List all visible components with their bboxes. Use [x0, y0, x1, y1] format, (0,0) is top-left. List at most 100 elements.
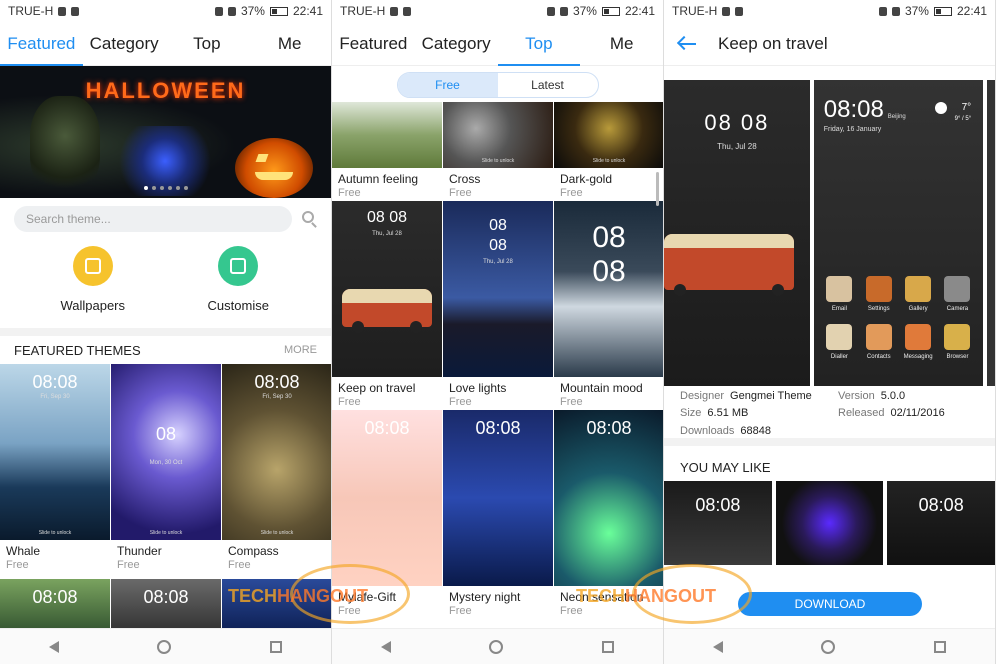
theme-previews[interactable]: 08 08 Thu, Jul 28 08:08 Beijing Friday, …: [664, 66, 995, 386]
youtube-icon: [71, 6, 80, 16]
carousel-dot[interactable]: [183, 186, 188, 190]
theme-card[interactable]: Autumn feeling Free: [332, 102, 442, 200]
preview-city: Beijing: [887, 114, 906, 120]
panel-top: TRUE-H 37% 22:41 Featured Category Top M…: [332, 0, 664, 664]
home-icon[interactable]: [821, 639, 836, 654]
tab-category[interactable]: Category: [83, 22, 166, 66]
theme-name: Compass: [228, 544, 279, 558]
thumb-unlock: Slide to unlock: [149, 530, 183, 536]
theme-card[interactable]: Slide to unlock Dark-gold Free: [554, 102, 663, 200]
suggested-theme[interactable]: 08:08: [887, 481, 995, 565]
thumb-clock: 08:08: [143, 587, 189, 607]
home-icon[interactable]: [157, 639, 172, 654]
theme-thumbnail: 08 08 Thu, Jul 28: [443, 201, 553, 377]
theme-card[interactable]: 08 08 Thu, Jul 28 Love lights Free: [443, 201, 553, 409]
preview-app-grid: Email Settings Gallery Camera Dialler Co…: [820, 276, 977, 360]
thumb-date: Fri, Sep 30: [262, 394, 292, 400]
tab-me[interactable]: Me: [248, 22, 331, 66]
download-button[interactable]: DOWNLOAD: [738, 592, 922, 616]
free-latest-toggle: Free Latest: [396, 72, 599, 98]
recent-apps-icon[interactable]: [269, 640, 282, 653]
panel-theme-detail: TRUE-H 37% 22:41 Keep on travel 08 08 Th…: [664, 0, 996, 664]
recent-apps-icon[interactable]: [601, 640, 614, 653]
app-dialler: Dialler: [820, 324, 859, 360]
back-icon[interactable]: [49, 640, 60, 653]
app-label: Browser: [946, 354, 969, 360]
app-contacts: Contacts: [859, 324, 898, 360]
preview-clock: 08:08: [823, 96, 884, 123]
thumb-clock: 08:08: [364, 418, 410, 438]
theme-card-thunder[interactable]: 08 Mon, 30 Oct Slide to unlock Thunder F…: [111, 364, 221, 578]
theme-name: Mountain mood: [560, 381, 643, 395]
tab-featured[interactable]: Featured: [0, 22, 83, 66]
theme-card[interactable]: 08:08 Mystery night Free: [443, 410, 553, 618]
thumb-clock: 08: [592, 221, 626, 254]
search-input[interactable]: Search theme...: [14, 206, 292, 232]
preview-temp-range: 9° / 5°: [954, 116, 972, 122]
youtube-icon: [403, 6, 412, 16]
back-icon[interactable]: [381, 640, 392, 653]
detail-header: Keep on travel: [664, 22, 995, 66]
back-icon[interactable]: [713, 640, 724, 653]
theme-name: Thunder: [117, 544, 162, 558]
thumb-clock: 08:08: [918, 495, 964, 515]
home-icon[interactable]: [489, 639, 504, 654]
suggested-theme[interactable]: [775, 481, 884, 565]
theme-thumbnail: 08:08 Fri, Sep 30 Slide to unlock: [0, 364, 110, 540]
thumb-date: Mon, 30 Oct: [149, 460, 183, 466]
theme-name: Autumn feeling: [338, 172, 419, 186]
theme-card[interactable]: 08 08 Thu, Jul 28 Keep on travel Free: [332, 201, 442, 409]
theme-card-whale[interactable]: 08:08 Fri, Sep 30 Slide to unlock Whale …: [0, 364, 110, 578]
back-arrow-icon[interactable]: [680, 42, 696, 45]
app-messaging: Messaging: [898, 324, 937, 360]
top-tabs: Featured Category Top Me: [0, 22, 331, 66]
tab-top[interactable]: Top: [166, 22, 249, 66]
more-link[interactable]: MORE: [284, 344, 317, 356]
homescreen-preview: 08:08 Beijing Friday, 16 January 7° 9° /…: [813, 80, 984, 386]
carrier-label: TRUE-H: [340, 4, 386, 18]
wallpapers-label: Wallpapers: [60, 298, 126, 313]
status-bar: TRUE-H 37% 22:41: [0, 0, 331, 22]
theme-card-compass[interactable]: 08:08 Fri, Sep 30 Slide to unlock Compas…: [222, 364, 331, 578]
thumb-date: Thu, Jul 28: [372, 231, 402, 237]
theme-card[interactable]: 08 08 Mountain mood Free: [554, 201, 663, 409]
preview-clock: 08 08: [704, 110, 770, 135]
carrier-label: TRUE-H: [672, 4, 718, 18]
recent-apps-icon[interactable]: [933, 640, 946, 653]
carousel-dot[interactable]: [159, 186, 164, 190]
theme-card[interactable]: Slide to unlock Cross Free: [443, 102, 553, 200]
app-email: Email: [820, 276, 859, 312]
suggested-theme[interactable]: 08:08: [664, 481, 772, 565]
app-label: Email: [831, 306, 847, 312]
scrollbar[interactable]: [656, 172, 659, 206]
theme-thumbnail: 08:08 Fri, Sep 30 Slide to unlock: [222, 364, 331, 540]
carousel-dot[interactable]: [143, 186, 148, 190]
tab-top[interactable]: Top: [497, 22, 581, 66]
phone-icon: [826, 324, 853, 350]
theme-thumbnail: 08 08: [554, 201, 663, 377]
search-icon[interactable]: [302, 211, 314, 223]
tab-me[interactable]: Me: [580, 22, 663, 66]
tab-category[interactable]: Category: [415, 22, 498, 66]
carousel-dot[interactable]: [175, 186, 180, 190]
theme-name: Keep on travel: [338, 381, 416, 395]
theme-price: Free: [449, 396, 472, 408]
segment-latest[interactable]: Latest: [498, 73, 598, 97]
halloween-banner[interactable]: HALLOWEEN: [0, 66, 331, 198]
notification-icon: [390, 6, 399, 16]
app-browser: Browser: [938, 324, 977, 360]
bluetooth-icon: [214, 6, 223, 16]
customise-button[interactable]: Customise: [178, 246, 298, 328]
carousel-dot[interactable]: [151, 186, 156, 190]
wallpapers-button[interactable]: Wallpapers: [33, 246, 153, 328]
wallpaper-icon: [72, 246, 113, 286]
segment-free[interactable]: Free: [397, 73, 498, 97]
carousel-dot[interactable]: [167, 186, 172, 190]
thumb-clock: 08: [489, 217, 507, 234]
system-navbar: [0, 628, 331, 664]
tab-featured[interactable]: Featured: [332, 22, 415, 66]
clock: 22:41: [624, 4, 655, 18]
app-label: Settings: [867, 306, 890, 312]
carousel-dots: [0, 186, 331, 190]
section-title: FEATURED THEMES: [14, 342, 141, 358]
